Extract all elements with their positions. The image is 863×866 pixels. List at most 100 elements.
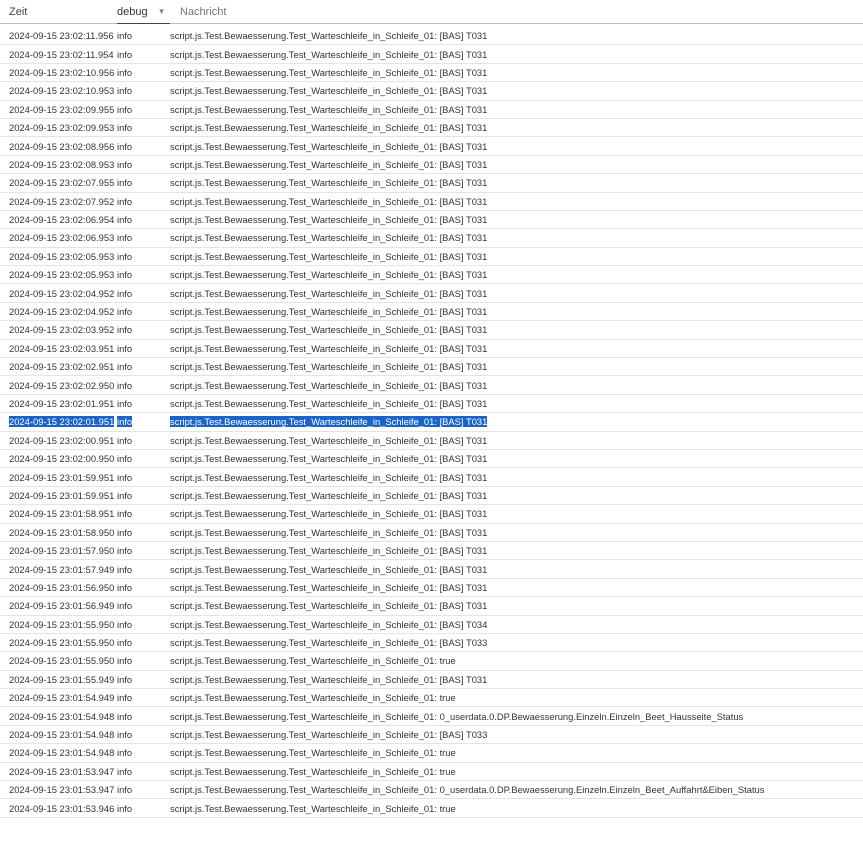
log-message-text: script.js.Test.Bewaesserung.Test_Wartesc… — [170, 637, 488, 649]
table-row[interactable]: 2024-09-15 23:02:06.953 info script.js.Tes… — [0, 229, 863, 248]
table-row[interactable]: 2024-09-15 23:01:55.950 info script.js.Tes… — [0, 616, 863, 634]
log-message-cell: script.js.Test.Bewaesserung.Test_Wartesc… — [170, 214, 863, 225]
log-time-text: 2024-09-15 23:01:55.949 — [9, 673, 115, 685]
log-time-text: 2024-09-15 23:01:56.950 — [9, 581, 115, 593]
table-row[interactable]: 2024-09-15 23:01:58.950 info script.js.Tes… — [0, 524, 863, 542]
log-level-text: info — [117, 306, 133, 318]
table-row[interactable]: 2024-09-15 23:02:07.955 info script.js.Tes… — [0, 174, 863, 193]
column-header-time[interactable]: Zeit — [0, 6, 117, 18]
log-time-cell: 2024-09-15 23:01:55.950 — [0, 655, 117, 666]
log-level-cell: info — [117, 104, 170, 115]
log-time-cell: 2024-09-15 23:01:53.946 — [0, 803, 117, 814]
log-message-text: script.js.Test.Bewaesserung.Test_Wartesc… — [170, 287, 488, 299]
log-message-cell: script.js.Test.Bewaesserung.Test_Wartesc… — [170, 196, 863, 207]
table-row[interactable]: 2024-09-15 23:02:11.956 info script.js.Tes… — [0, 27, 863, 46]
log-level-cell: info — [117, 141, 170, 152]
log-level-text: info — [117, 747, 133, 759]
table-row[interactable]: 2024-09-15 23:01:59.951 info script.js.Tes… — [0, 468, 863, 487]
log-message-cell: script.js.Test.Bewaesserung.Test_Wartesc… — [170, 766, 863, 777]
log-time-text: 2024-09-15 23:01:57.949 — [9, 563, 115, 575]
log-message-text: script.js.Test.Bewaesserung.Test_Wartesc… — [170, 434, 488, 446]
table-row[interactable]: 2024-09-15 23:02:10.956 info script.js.Tes… — [0, 64, 863, 83]
table-row[interactable]: 2024-09-15 23:02:03.951 info script.js.Tes… — [0, 340, 863, 359]
table-row[interactable]: 2024-09-15 23:02:10.953 info script.js.Tes… — [0, 82, 863, 101]
log-message-cell: script.js.Test.Bewaesserung.Test_Wartesc… — [170, 269, 863, 280]
log-level-cell: info — [117, 159, 170, 170]
log-level-cell: info — [117, 288, 170, 299]
table-row[interactable]: 2024-09-15 23:01:55.950 info script.js.Tes… — [0, 652, 863, 671]
log-message-cell: script.js.Test.Bewaesserung.Test_Wartesc… — [170, 306, 863, 317]
log-message-text: script.js.Test.Bewaesserung.Test_Wartesc… — [170, 508, 488, 520]
table-row[interactable]: 2024-09-15 23:02:05.953 info script.js.Tes… — [0, 248, 863, 267]
log-message-cell: script.js.Test.Bewaesserung.Test_Wartesc… — [170, 49, 863, 60]
log-time-text: 2024-09-15 23:02:02.950 — [9, 379, 115, 391]
table-row[interactable]: 2024-09-15 23:01:54.948 info script.js.Tes… — [0, 707, 863, 726]
log-level-cell: info — [117, 582, 170, 593]
table-row[interactable]: 2024-09-15 23:02:11.954 info script.js.Tes… — [0, 45, 863, 64]
table-row[interactable]: 2024-09-15 23:01:55.950 info script.js.Tes… — [0, 634, 863, 653]
column-header-message[interactable]: Nachricht — [170, 6, 863, 18]
log-time-text: 2024-09-15 23:02:10.953 — [9, 85, 115, 97]
log-level-text: info — [117, 30, 133, 42]
log-level-cell: info — [117, 803, 170, 814]
table-row[interactable]: 2024-09-15 23:01:53.947 info script.js.Tes… — [0, 763, 863, 782]
table-row[interactable]: 2024-09-15 23:02:00.950 info script.js.Tes… — [0, 450, 863, 469]
table-row[interactable]: 2024-09-15 23:01:59.951 info script.js.Tes… — [0, 487, 863, 506]
table-row[interactable]: 2024-09-15 23:01:53.947 info script.js.Tes… — [0, 781, 863, 800]
table-row[interactable]: 2024-09-15 23:01:57.950 info script.js.Tes… — [0, 542, 863, 561]
table-row[interactable]: 2024-09-15 23:01:54.948 info script.js.Tes… — [0, 726, 863, 745]
log-message-cell: script.js.Test.Bewaesserung.Test_Wartesc… — [170, 324, 863, 335]
log-message-cell: script.js.Test.Bewaesserung.Test_Wartesc… — [170, 692, 863, 703]
table-row[interactable]: 2024-09-15 23:02:02.951 info script.js.Tes… — [0, 358, 863, 377]
log-level-cell: info — [117, 324, 170, 335]
log-level-text: info — [117, 48, 133, 60]
log-message-cell: script.js.Test.Bewaesserung.Test_Wartesc… — [170, 490, 863, 501]
table-row[interactable]: 2024-09-15 23:02:00.951 info script.js.Tes… — [0, 432, 863, 450]
log-message-text: script.js.Test.Bewaesserung.Test_Wartesc… — [170, 471, 488, 483]
log-level-cell: info — [117, 49, 170, 60]
table-row[interactable]: 2024-09-15 23:02:01.951 info script.js.Tes… — [0, 413, 863, 432]
log-level-cell: info — [117, 490, 170, 501]
table-row[interactable]: 2024-09-15 23:01:56.949 info script.js.Tes… — [0, 597, 863, 616]
table-row[interactable]: 2024-09-15 23:02:04.952 info script.js.Tes… — [0, 284, 863, 303]
log-message-cell: script.js.Test.Bewaesserung.Test_Wartesc… — [170, 288, 863, 299]
log-message-cell: script.js.Test.Bewaesserung.Test_Wartesc… — [170, 416, 863, 428]
log-level-cell: info — [117, 692, 170, 703]
log-time-text: 2024-09-15 23:02:09.955 — [9, 103, 115, 115]
log-time-text: 2024-09-15 23:02:04.952 — [9, 287, 115, 299]
table-row[interactable]: 2024-09-15 23:02:01.951 info script.js.Tes… — [0, 395, 863, 414]
table-row[interactable]: 2024-09-15 23:01:56.950 info script.js.Tes… — [0, 579, 863, 598]
table-row[interactable]: 2024-09-15 23:02:07.952 info script.js.Tes… — [0, 193, 863, 211]
log-time-cell: 2024-09-15 23:01:54.949 — [0, 692, 117, 703]
table-row[interactable]: 2024-09-15 23:01:54.949 info script.js.Tes… — [0, 689, 863, 708]
log-time-cell: 2024-09-15 23:01:56.950 — [0, 582, 117, 593]
table-row[interactable]: 2024-09-15 23:02:08.956 info script.js.Tes… — [0, 137, 863, 156]
table-row[interactable]: 2024-09-15 23:01:58.951 info script.js.Tes… — [0, 505, 863, 524]
log-time-text: 2024-09-15 23:02:11.956 — [9, 30, 114, 42]
table-row[interactable]: 2024-09-15 23:01:53.946 info script.js.Tes… — [0, 799, 863, 818]
log-time-cell: 2024-09-15 23:02:03.952 — [0, 324, 117, 335]
log-time-cell: 2024-09-15 23:01:53.947 — [0, 766, 117, 777]
table-header: Zeit debug ▼ Nachricht — [0, 0, 863, 24]
table-row[interactable]: 2024-09-15 23:02:06.954 info script.js.Tes… — [0, 211, 863, 230]
log-message-cell: script.js.Test.Bewaesserung.Test_Wartesc… — [170, 159, 863, 170]
table-row[interactable]: 2024-09-15 23:02:05.953 info script.js.Tes… — [0, 266, 863, 285]
table-row[interactable]: 2024-09-15 23:01:54.948 info script.js.Tes… — [0, 744, 863, 763]
table-row[interactable]: 2024-09-15 23:02:02.950 info script.js.Tes… — [0, 376, 863, 395]
log-message-cell: script.js.Test.Bewaesserung.Test_Wartesc… — [170, 674, 863, 685]
table-row[interactable]: 2024-09-15 23:01:57.949 info script.js.Tes… — [0, 560, 863, 579]
log-level-text: info — [117, 600, 133, 612]
table-row[interactable]: 2024-09-15 23:02:03.952 info script.js.Tes… — [0, 321, 863, 340]
log-message-text: script.js.Test.Bewaesserung.Test_Wartesc… — [170, 158, 488, 170]
log-message-cell: script.js.Test.Bewaesserung.Test_Wartesc… — [170, 508, 863, 519]
table-row[interactable]: 2024-09-15 23:02:09.955 info script.js.Tes… — [0, 101, 863, 119]
log-message-text: script.js.Test.Bewaesserung.Test_Wartesc… — [170, 453, 488, 465]
level-filter-dropdown[interactable]: debug ▼ — [117, 6, 170, 24]
table-row[interactable]: 2024-09-15 23:02:09.953 info script.js.Tes… — [0, 119, 863, 138]
log-rows: 2024-09-15 23:02:11.956 info script.js.Tes… — [0, 27, 863, 818]
log-time-cell: 2024-09-15 23:01:54.948 — [0, 729, 117, 740]
table-row[interactable]: 2024-09-15 23:02:04.952 info script.js.Tes… — [0, 303, 863, 322]
table-row[interactable]: 2024-09-15 23:01:55.949 info script.js.Tes… — [0, 671, 863, 690]
table-row[interactable]: 2024-09-15 23:02:08.953 info script.js.Tes… — [0, 156, 863, 175]
log-message-cell: script.js.Test.Bewaesserung.Test_Wartesc… — [170, 747, 863, 758]
